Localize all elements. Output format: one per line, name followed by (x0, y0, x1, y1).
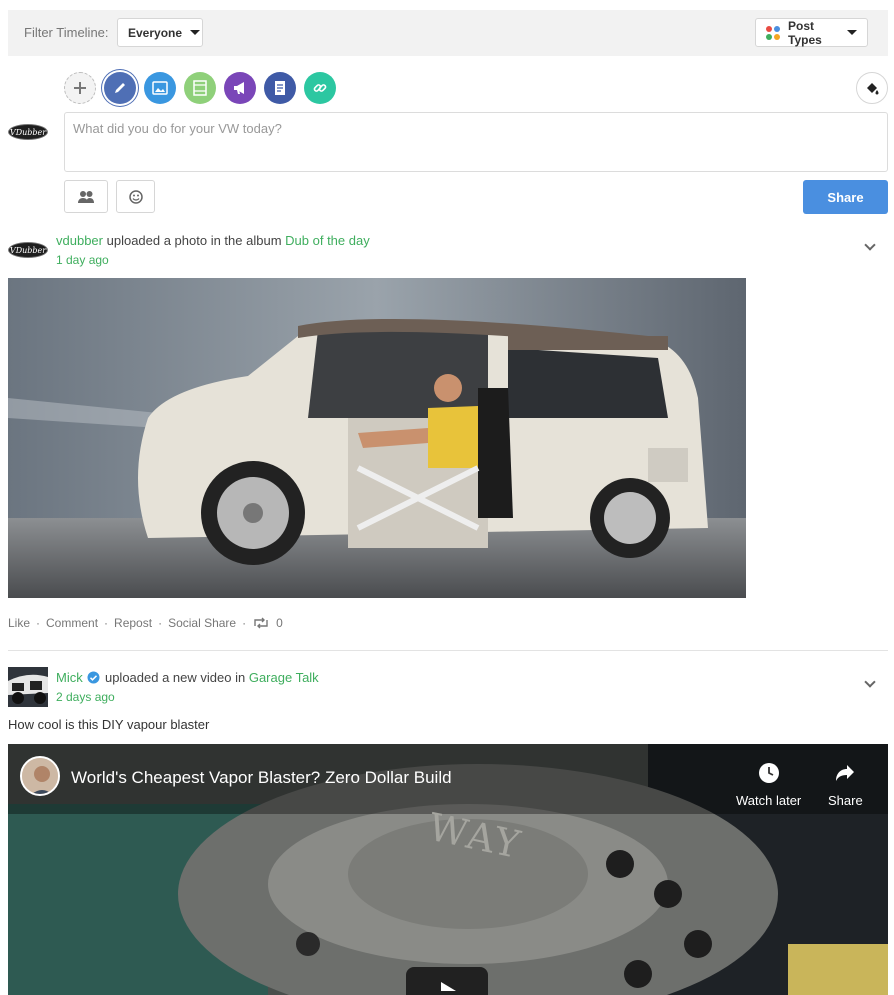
video-player[interactable]: World's Cheapest Vapor Blaster? Zero Dol… (8, 744, 888, 995)
watch-later-label: Watch later (736, 793, 802, 808)
repost-count: 0 (276, 616, 283, 630)
avatar-logo-text: VDubber (9, 245, 47, 255)
repost-link[interactable]: Repost (114, 616, 152, 630)
post-photo[interactable] (8, 278, 746, 598)
watch-later-button[interactable]: Watch later (736, 762, 801, 808)
status-input[interactable] (73, 121, 873, 136)
post-action-text: uploaded a photo in the album (106, 233, 282, 248)
audience-picker-button[interactable] (64, 180, 108, 213)
like-link[interactable]: Like (8, 616, 30, 630)
post-author-avatar[interactable] (8, 667, 48, 707)
post-types-button[interactable]: Post Types (755, 18, 868, 47)
post-types-label: Post Types (788, 18, 822, 47)
video-share-button[interactable]: Share (828, 762, 863, 808)
filter-label: Filter Timeline: (24, 25, 109, 40)
post-actions: Like · Comment · Repost · Social Share ·… (8, 616, 283, 630)
repost-icon (254, 617, 268, 629)
people-icon (78, 190, 94, 203)
post-divider (8, 650, 888, 651)
post-timestamp[interactable]: 2 days ago (56, 690, 115, 704)
status-composer[interactable] (64, 112, 888, 172)
paint-bucket-icon[interactable] (856, 72, 888, 104)
album-link[interactable]: Dub of the day (285, 233, 370, 248)
photo-icon[interactable] (144, 72, 176, 104)
link-icon[interactable] (304, 72, 336, 104)
emoji-button[interactable] (116, 180, 155, 213)
film-icon[interactable] (184, 72, 216, 104)
video-share-label: Share (828, 793, 863, 808)
audience-value: Everyone (128, 25, 183, 40)
group-link[interactable]: Garage Talk (249, 670, 319, 685)
verified-badge-icon (87, 671, 100, 684)
caret-down-icon (847, 30, 857, 35)
post-author-avatar[interactable]: VDubber (8, 242, 48, 258)
audience-select[interactable]: Everyone (117, 18, 203, 47)
caret-down-icon (190, 30, 201, 35)
smiley-icon (128, 189, 143, 204)
share-button[interactable]: Share (803, 180, 888, 214)
megaphone-icon[interactable] (224, 72, 256, 104)
post-action-text: uploaded a new video in (104, 670, 246, 685)
author-link[interactable]: Mick (56, 670, 83, 685)
social-share-link[interactable]: Social Share (168, 616, 236, 630)
share-arrow-icon (836, 765, 855, 781)
document-icon[interactable] (264, 72, 296, 104)
post-header: Mick uploaded a new video in Garage Talk (56, 670, 319, 685)
post-types-icon (766, 25, 780, 40)
avatar-logo-text: VDubber (9, 127, 47, 137)
post-caption: How cool is this DIY vapour blaster (8, 717, 210, 732)
filter-bar: Filter Timeline: Everyone Post Types (8, 10, 888, 56)
comment-link[interactable]: Comment (46, 616, 98, 630)
post-options-chevron-icon[interactable] (864, 239, 876, 251)
post-header: vdubber uploaded a photo in the album Du… (56, 233, 370, 248)
author-link[interactable]: vdubber (56, 233, 103, 248)
plus-icon[interactable] (64, 72, 96, 104)
user-avatar: VDubber (8, 124, 48, 140)
channel-avatar[interactable] (20, 756, 60, 796)
clock-icon (758, 763, 779, 783)
video-title[interactable]: World's Cheapest Vapor Blaster? Zero Dol… (71, 768, 452, 788)
post-options-chevron-icon[interactable] (864, 676, 876, 688)
pencil-icon[interactable] (104, 72, 136, 104)
post-timestamp[interactable]: 1 day ago (56, 253, 109, 267)
